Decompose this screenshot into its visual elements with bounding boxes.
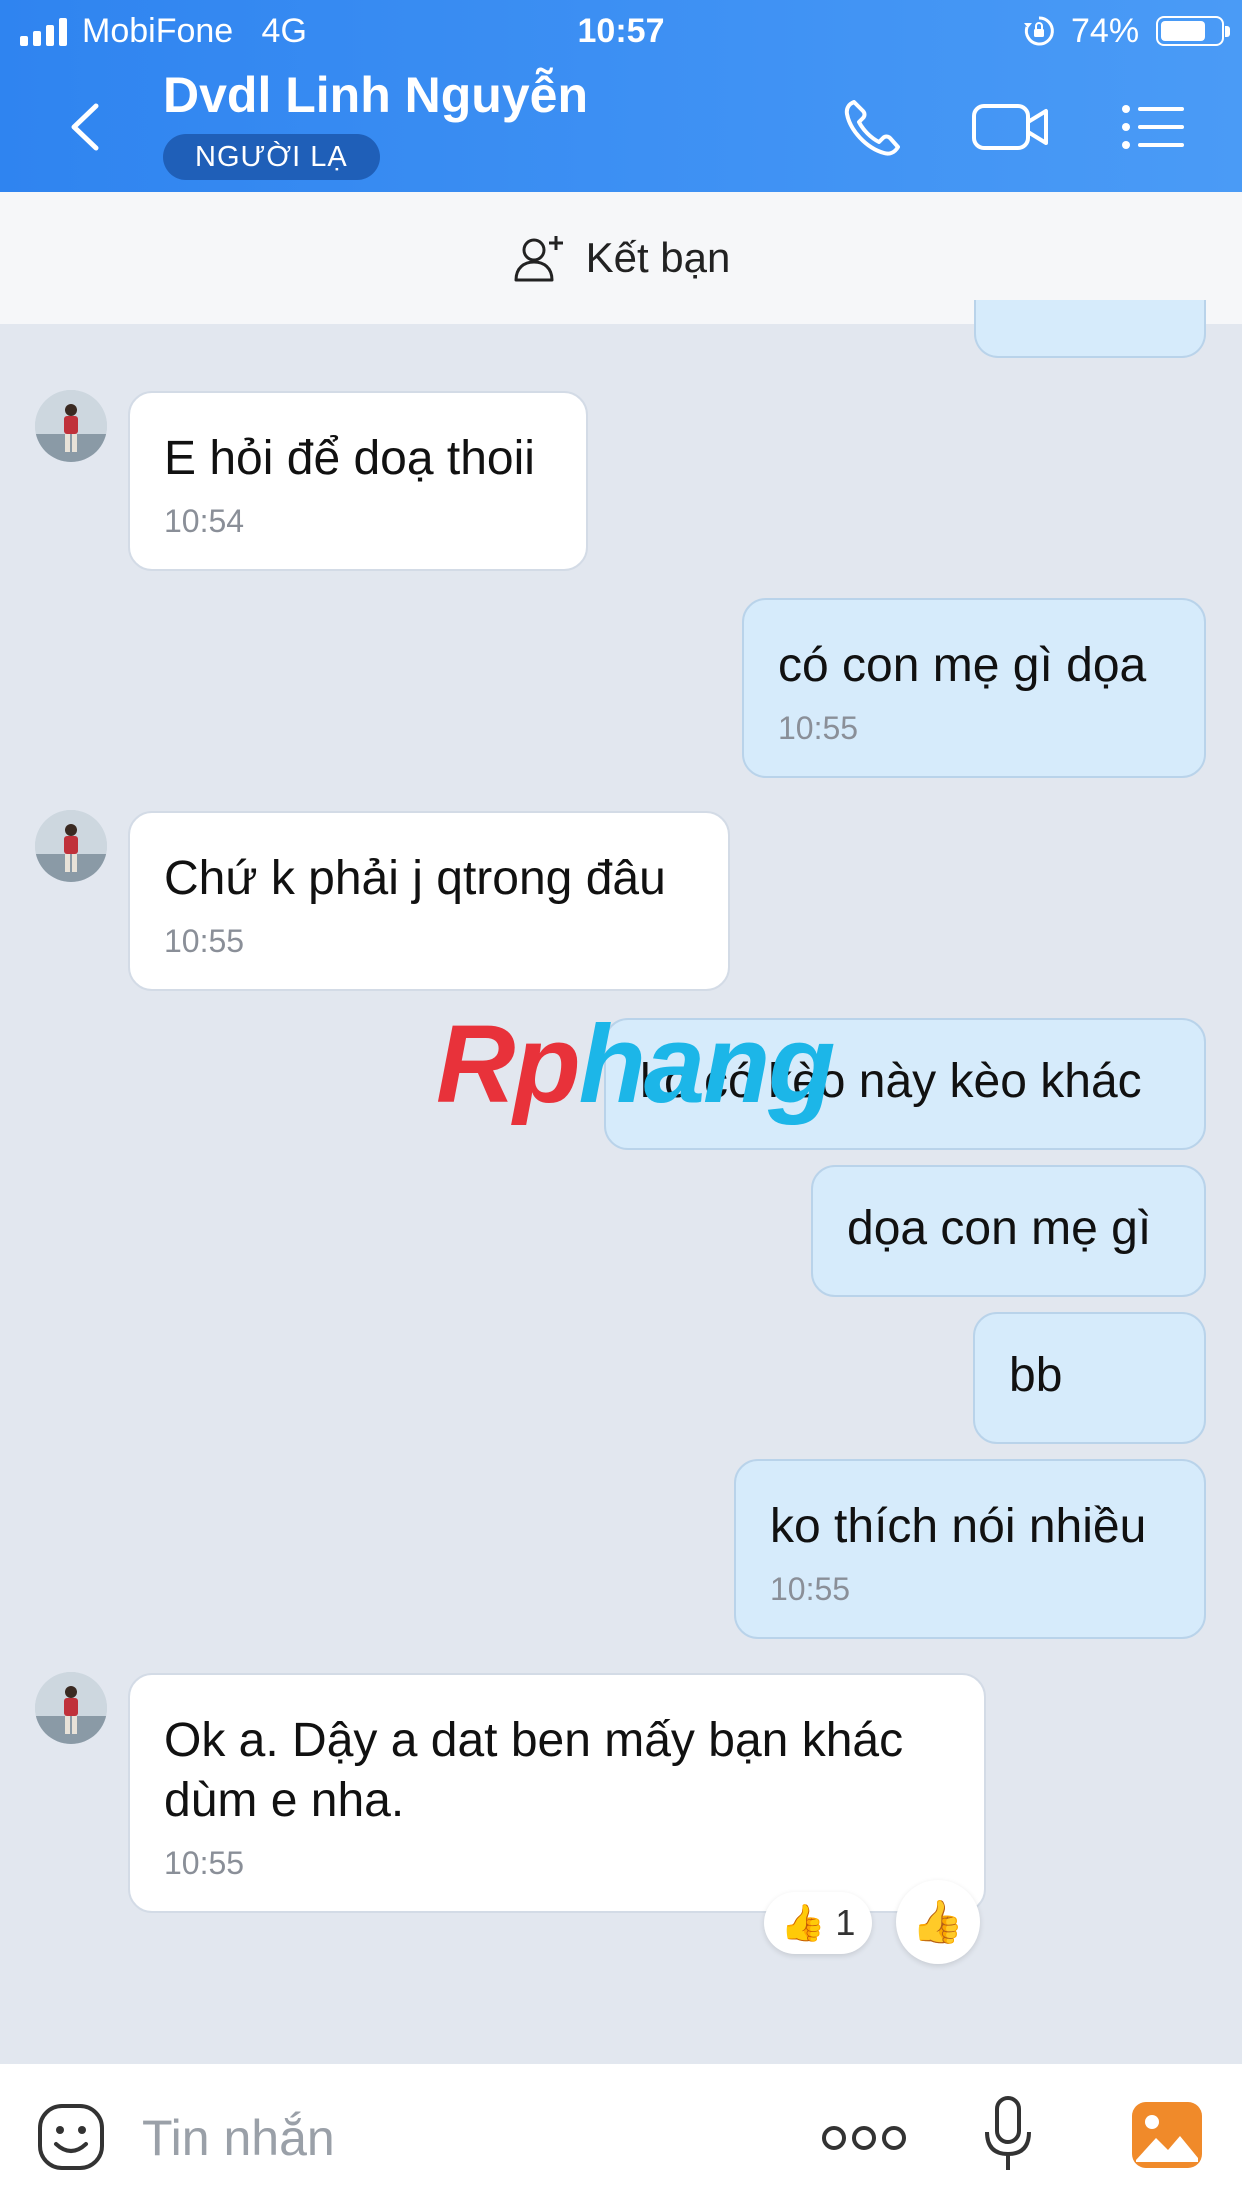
chat-header: MobiFone 4G 10:57 74% Dvdl Linh Nguyễn N…	[0, 0, 1242, 192]
message-time: 10:55	[164, 923, 245, 959]
message-time: 10:55	[164, 1845, 245, 1881]
microphone-icon[interactable]	[982, 2094, 1034, 2178]
react-button[interactable]: 👍	[896, 1880, 980, 1964]
message-input[interactable]	[142, 2106, 762, 2170]
battery-icon	[1156, 16, 1230, 46]
back-icon[interactable]	[60, 92, 110, 162]
message-text: có con mẹ gì dọa	[778, 639, 1147, 692]
message-bubble-outgoing[interactable]: có con mẹ gì dọa 10:55	[742, 598, 1206, 778]
thumbs-up-icon: 👍	[780, 1902, 826, 1943]
emoji-icon[interactable]	[36, 2102, 106, 2172]
add-friend-label: Kết bạn	[585, 234, 731, 281]
message-time: 10:55	[770, 1571, 851, 1607]
message-composer	[0, 2064, 1242, 2208]
message-text: bb	[1009, 1349, 1063, 1402]
message-text: ko thích nói nhiều	[770, 1500, 1147, 1553]
phone-icon[interactable]	[838, 92, 910, 162]
video-icon[interactable]	[970, 92, 1050, 162]
message-bubble-outgoing[interactable]: ko thích nói nhiều 10:55	[734, 1459, 1206, 1639]
reaction-count: 1	[835, 1902, 856, 1943]
watermark-logo: Rphang	[436, 1010, 835, 1120]
message-time: 10:55	[778, 710, 859, 746]
message-text: Chứ k phải j qtrong đâu	[164, 852, 666, 905]
message-time: 10:54	[164, 503, 245, 539]
avatar-photo	[35, 390, 107, 462]
battery-percent: 74%	[1071, 12, 1140, 50]
add-friend-icon	[514, 236, 563, 282]
thumbs-up-icon: 👍	[911, 1897, 965, 1945]
message-bubble-outgoing[interactable]: dọa con mẹ gì	[811, 1165, 1206, 1297]
avatar[interactable]	[35, 810, 107, 882]
watermark-part1: Rp	[436, 1003, 581, 1126]
gallery-icon[interactable]	[1130, 2100, 1204, 2170]
rotation-lock-icon	[1024, 16, 1054, 46]
more-icon[interactable]	[822, 2118, 906, 2158]
message-bubble-incoming[interactable]: Chứ k phải j qtrong đâu 10:55	[128, 811, 730, 991]
avatar-photo	[35, 810, 107, 882]
message-bubble-incoming[interactable]: E hỏi để doạ thoii 10:54	[128, 391, 588, 571]
message-text: Ok a. Dậy a dat ben mấy bạn khác dùm e n…	[164, 1714, 904, 1827]
reaction-summary[interactable]: 👍 1	[764, 1892, 872, 1954]
message-text: E hỏi để doạ thoii	[164, 432, 535, 485]
avatar[interactable]	[35, 1672, 107, 1744]
message-text: dọa con mẹ gì	[847, 1202, 1152, 1255]
avatar-photo	[35, 1672, 107, 1744]
message-bubble-outgoing[interactable]: bb	[973, 1312, 1206, 1444]
stranger-badge: NGƯỜI LẠ	[163, 134, 380, 180]
watermark-part2: hang	[578, 1003, 836, 1126]
contact-name[interactable]: Dvdl Linh Nguyễn	[163, 66, 588, 124]
avatar[interactable]	[35, 390, 107, 462]
partial-message-bubble	[974, 300, 1206, 358]
message-bubble-incoming[interactable]: Ok a. Dậy a dat ben mấy bạn khác dùm e n…	[128, 1673, 986, 1913]
status-bar: MobiFone 4G 10:57 74%	[0, 0, 1242, 62]
menu-icon[interactable]	[1118, 92, 1188, 162]
